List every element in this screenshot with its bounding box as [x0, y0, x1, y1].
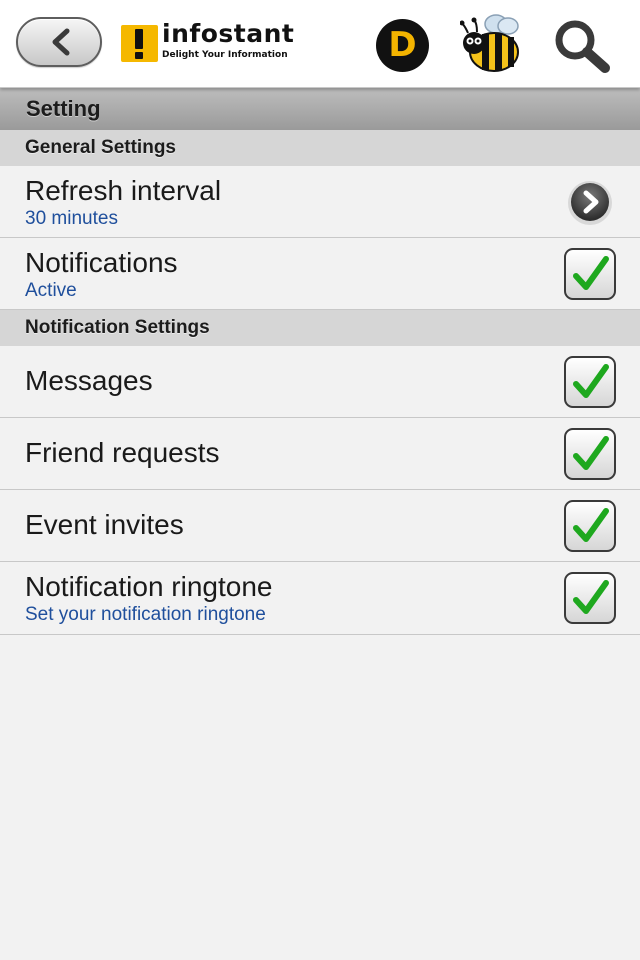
- event-invites-checkbox[interactable]: [564, 500, 616, 552]
- d-badge-icon[interactable]: D: [376, 19, 429, 72]
- row-title: Messages: [25, 365, 153, 396]
- logo-name: infostant: [162, 19, 295, 48]
- section-header-general: General Settings: [0, 130, 640, 167]
- checkmark-icon: [573, 436, 609, 470]
- row-messages[interactable]: Messages: [0, 346, 640, 418]
- row-title: Friend requests: [25, 437, 220, 468]
- search-icon[interactable]: [551, 18, 613, 74]
- chevron-right-icon[interactable]: [566, 179, 614, 227]
- row-title: Notification ringtone: [25, 571, 273, 602]
- checkmark-icon: [573, 364, 609, 398]
- bee-icon[interactable]: [460, 10, 524, 76]
- messages-checkbox[interactable]: [564, 356, 616, 408]
- row-title: Notifications: [25, 247, 178, 278]
- logo-tagline: Delight Your Information: [162, 50, 288, 60]
- row-event-invites[interactable]: Event invites: [0, 490, 640, 562]
- section-label: General Settings: [25, 137, 176, 158]
- row-notification-ringtone[interactable]: Notification ringtone Set your notificat…: [0, 562, 640, 635]
- checkmark-icon: [573, 256, 609, 290]
- row-friend-requests[interactable]: Friend requests: [0, 418, 640, 490]
- notification-ringtone-checkbox[interactable]: [564, 572, 616, 624]
- row-refresh-interval[interactable]: Refresh interval 30 minutes: [0, 166, 640, 238]
- row-notifications[interactable]: Notifications Active: [0, 238, 640, 310]
- row-title: Event invites: [25, 509, 184, 540]
- top-navigation-bar: infostant Delight Your Information D: [0, 0, 640, 88]
- checkmark-icon: [573, 508, 609, 542]
- row-subtitle: 30 minutes: [25, 208, 118, 229]
- infostant-logo-icon: [121, 25, 158, 62]
- row-title: Refresh interval: [25, 175, 222, 206]
- page-title-bar: Setting: [0, 88, 640, 131]
- notifications-checkbox[interactable]: [564, 248, 616, 300]
- back-button[interactable]: [16, 17, 102, 67]
- checkmark-icon: [573, 580, 609, 614]
- section-header-notification: Notification Settings: [0, 310, 640, 347]
- row-subtitle: Set your notification ringtone: [25, 604, 266, 625]
- row-subtitle: Active: [25, 280, 77, 301]
- back-chevron-icon: [52, 28, 70, 56]
- friend-requests-checkbox[interactable]: [564, 428, 616, 480]
- section-label: Notification Settings: [25, 317, 210, 338]
- page-title: Setting: [26, 96, 101, 121]
- app-logo: infostant Delight Your Information: [121, 19, 294, 65]
